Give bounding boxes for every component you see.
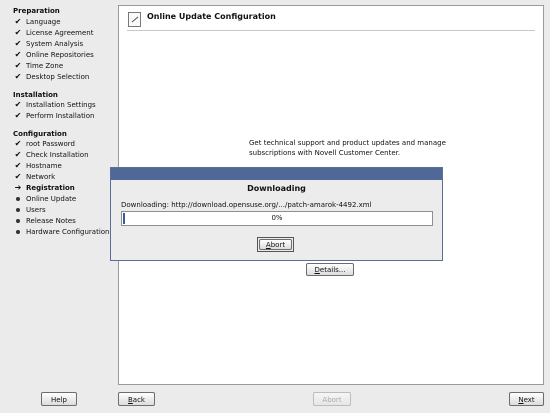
step-label: Online Update — [26, 195, 77, 203]
step-label: Users — [26, 206, 46, 214]
progress-percent-text: 0% — [271, 214, 283, 222]
bullet-icon — [13, 204, 23, 215]
section-title-installation: Installation — [13, 91, 58, 99]
step-perform-installation: ✔ Perform Installation — [13, 110, 95, 121]
next-button[interactable]: Next — [509, 392, 544, 406]
step-label: System Analysis — [26, 40, 84, 48]
step-label: Hardware Configuration — [26, 228, 110, 236]
step-label: Online Repositories — [26, 51, 94, 59]
next-label-rest: ext — [523, 396, 535, 404]
step-online-update: Online Update — [13, 193, 76, 204]
step-label: Release Notes — [26, 217, 76, 225]
check-icon: ✔ — [14, 172, 22, 181]
details-button[interactable]: Details... — [306, 263, 354, 276]
download-progress-bar: 0% — [121, 211, 433, 226]
check-icon: ✔ — [14, 17, 22, 26]
edit-document-icon — [128, 12, 141, 27]
step-label: Hostname — [26, 162, 62, 170]
download-url-label: Downloading: http://download.opensuse.or… — [121, 201, 372, 209]
step-root-password: ✔ root Password — [13, 138, 75, 149]
back-button[interactable]: Back — [118, 392, 155, 406]
step-release-notes: Release Notes — [13, 215, 76, 226]
step-label: License Agreement — [26, 29, 94, 37]
arrow-right-icon: ➔ — [14, 183, 22, 192]
step-users: Users — [13, 204, 46, 215]
check-icon: ✔ — [14, 28, 22, 37]
bullet-icon — [13, 193, 23, 204]
details-label-rest: etails... — [319, 266, 346, 274]
step-online-repositories: ✔ Online Repositories — [13, 49, 94, 60]
step-time-zone: ✔ Time Zone — [13, 60, 64, 71]
step-label: root Password — [26, 140, 75, 148]
step-label: Check Installation — [26, 151, 89, 159]
step-system-analysis: ✔ System Analysis — [13, 38, 84, 49]
page-title: Online Update Configuration — [147, 12, 276, 21]
check-icon: ✔ — [14, 161, 22, 170]
help-button[interactable]: Help — [41, 392, 77, 406]
step-label: Network — [26, 173, 56, 181]
step-license-agreement: ✔ License Agreement — [13, 27, 94, 38]
back-label-rest: ack — [132, 396, 145, 404]
step-language: ✔ Language — [13, 16, 61, 27]
section-title-preparation: Preparation — [13, 7, 60, 15]
dialog-titlebar[interactable] — [111, 168, 442, 180]
ncc-info-text: Get technical support and product update… — [249, 139, 446, 157]
title-divider — [127, 30, 535, 31]
step-label: Installation Settings — [26, 101, 96, 109]
step-label: Desktop Selection — [26, 73, 90, 81]
check-icon: ✔ — [14, 139, 22, 148]
check-icon: ✔ — [14, 50, 22, 59]
step-hardware-configuration: Hardware Configuration — [13, 226, 110, 237]
step-label: Language — [26, 18, 61, 26]
check-icon: ✔ — [14, 100, 22, 109]
abort-install-button[interactable]: Abort — [313, 392, 351, 406]
download-progress-dialog: Downloading Downloading: http://download… — [110, 167, 443, 261]
step-installation-settings: ✔ Installation Settings — [13, 99, 96, 110]
installation-steps-sidebar: Preparation ✔ Language ✔ License Agreement ✔… — [0, 0, 112, 413]
check-icon: ✔ — [14, 61, 22, 70]
section-title-configuration: Configuration — [13, 130, 67, 138]
check-icon: ✔ — [14, 111, 22, 120]
step-network: ✔ Network — [13, 171, 56, 182]
step-registration: ➔ Registration — [13, 182, 75, 193]
bullet-icon — [13, 226, 23, 237]
check-icon: ✔ — [14, 150, 22, 159]
bullet-icon — [13, 215, 23, 226]
check-icon: ✔ — [14, 39, 22, 48]
step-check-installation: ✔ Check Installation — [13, 149, 89, 160]
step-hostname: ✔ Hostname — [13, 160, 62, 171]
check-icon: ✔ — [14, 72, 22, 81]
step-label: Time Zone — [26, 62, 64, 70]
step-label: Registration — [26, 184, 75, 192]
abort-label-rest: bort — [270, 241, 286, 249]
abort-button-focus-frame: Abort — [257, 237, 294, 252]
dialog-abort-button[interactable]: Abort — [259, 239, 292, 250]
step-label: Perform Installation — [26, 112, 95, 120]
dialog-heading: Downloading — [247, 184, 306, 193]
step-desktop-selection: ✔ Desktop Selection — [13, 71, 90, 82]
